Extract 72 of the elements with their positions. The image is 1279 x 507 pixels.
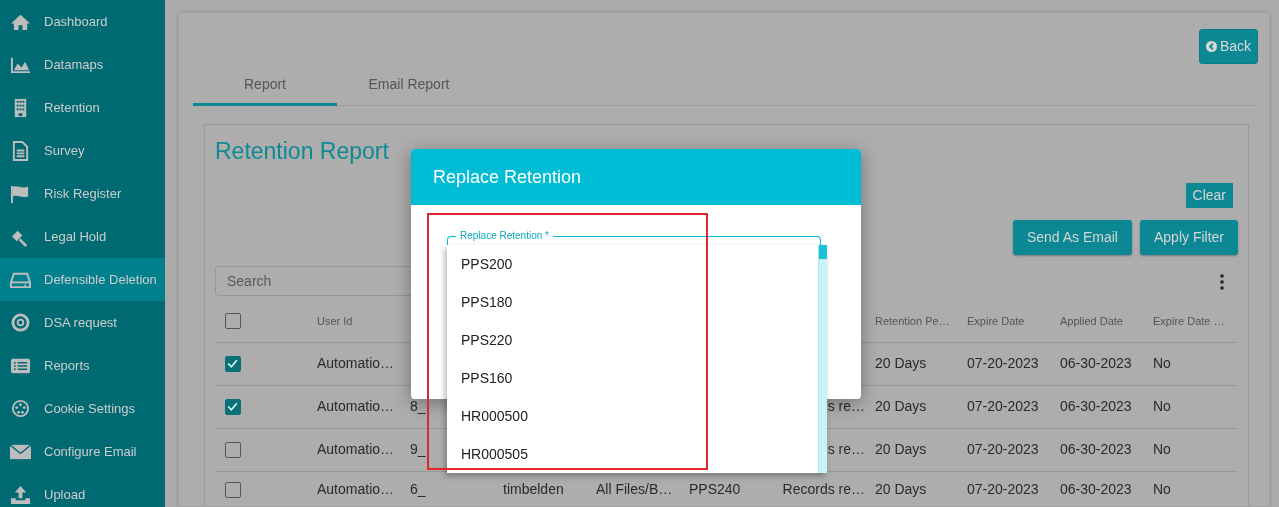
table-cell: All Files/B…	[596, 480, 673, 497]
report-title: Retention Report	[215, 137, 390, 165]
table-cell: 07-20-2023	[967, 355, 1039, 371]
scrollbar-thumb[interactable]	[819, 245, 827, 259]
back-button[interactable]: Back	[1198, 29, 1258, 64]
dropdown-option[interactable]: PPS220	[447, 321, 818, 359]
sidebar-item[interactable]: Risk Register	[0, 172, 165, 215]
dotted-circle-icon	[9, 398, 32, 419]
column-header[interactable]: Applied Date	[1060, 314, 1123, 327]
dropdown-option[interactable]: PPS160	[447, 359, 818, 397]
table-cell: PPS240	[689, 480, 741, 497]
scrollbar[interactable]	[818, 245, 827, 473]
column-header[interactable]: Expire Date	[967, 314, 1025, 327]
checkbox[interactable]	[225, 399, 241, 416]
table-cell: Automatio…	[317, 355, 395, 371]
table-cell: No	[1153, 398, 1171, 414]
table-cell: 06-30-2023	[1060, 355, 1132, 371]
sidebar-item[interactable]: Reports	[0, 344, 165, 387]
checkbox[interactable]	[225, 482, 241, 499]
lifebuoy-icon	[9, 312, 32, 333]
table-cell: Records re…	[782, 480, 865, 497]
column-header[interactable]: User Id	[317, 314, 353, 327]
dropdown-option[interactable]: HR000500	[447, 397, 818, 435]
table-cell: 07-20-2023	[967, 398, 1039, 414]
table-cell: s re…	[827, 441, 865, 457]
table-cell: No	[1153, 441, 1171, 457]
dropdown-option[interactable]: HR000505	[447, 435, 818, 473]
back-arrow-icon	[1205, 41, 1217, 52]
checkbox[interactable]	[225, 442, 241, 459]
sidebar-item[interactable]: Defensible Deletion	[0, 258, 165, 301]
tab[interactable]: Report	[193, 66, 337, 106]
checkbox[interactable]	[225, 356, 241, 373]
tab[interactable]: Email Report	[337, 66, 481, 106]
table-cell: 06-30-2023	[1060, 398, 1132, 414]
envelope-icon	[9, 441, 32, 462]
table-cell: No	[1153, 355, 1171, 371]
table-cell: Automatio…	[317, 398, 395, 414]
field-label: Replace Retention *	[456, 230, 553, 242]
sidebar-item[interactable]: Legal Hold	[0, 215, 165, 258]
checkbox[interactable]	[225, 313, 241, 330]
table-cell: No	[1153, 480, 1171, 497]
table-cell: 20 Days	[875, 355, 927, 371]
table-cell: 20 Days	[875, 441, 927, 457]
sidebar-item[interactable]: Cookie Settings	[0, 387, 165, 430]
sidebar-item[interactable]: DSA request	[0, 301, 165, 344]
table-cell: 6_	[410, 480, 426, 497]
sidebar-item[interactable]: Upload	[0, 473, 165, 507]
modal-title: Replace Retention	[411, 149, 861, 205]
sidebar-item[interactable]: Configure Email	[0, 430, 165, 473]
filter-button[interactable]: Send As Email	[1012, 220, 1132, 255]
table-cell: Automatio…	[317, 480, 395, 497]
table-cell: 8_	[410, 398, 426, 414]
table-cell: timbelden	[503, 480, 564, 497]
column-header[interactable]: Expire Date …	[1153, 314, 1225, 327]
sidebar-item[interactable]: Datamaps	[0, 43, 165, 86]
more-options-icon[interactable]	[1220, 273, 1224, 290]
sidebar-item[interactable]: Survey	[0, 129, 165, 172]
table-cell: 20 Days	[875, 480, 927, 497]
sidebar-item[interactable]: Dashboard	[0, 0, 165, 43]
table-cell: 07-20-2023	[967, 480, 1039, 497]
table-cell: 06-30-2023	[1060, 480, 1132, 497]
sidebar-item[interactable]: Retention	[0, 86, 165, 129]
filter-button[interactable]: Apply Filter	[1139, 220, 1238, 255]
upload-icon	[9, 484, 32, 505]
table-cell: 9_	[410, 441, 426, 457]
column-header[interactable]: Retention Pe…	[875, 314, 950, 327]
table-cell: s re…	[827, 398, 865, 414]
clear-button[interactable]: Clear	[1185, 183, 1233, 208]
table-cell: 06-30-2023	[1060, 441, 1132, 457]
table-cell: 20 Days	[875, 398, 927, 414]
table-cell: Automatio…	[317, 441, 395, 457]
table-cell: 07-20-2023	[967, 441, 1039, 457]
